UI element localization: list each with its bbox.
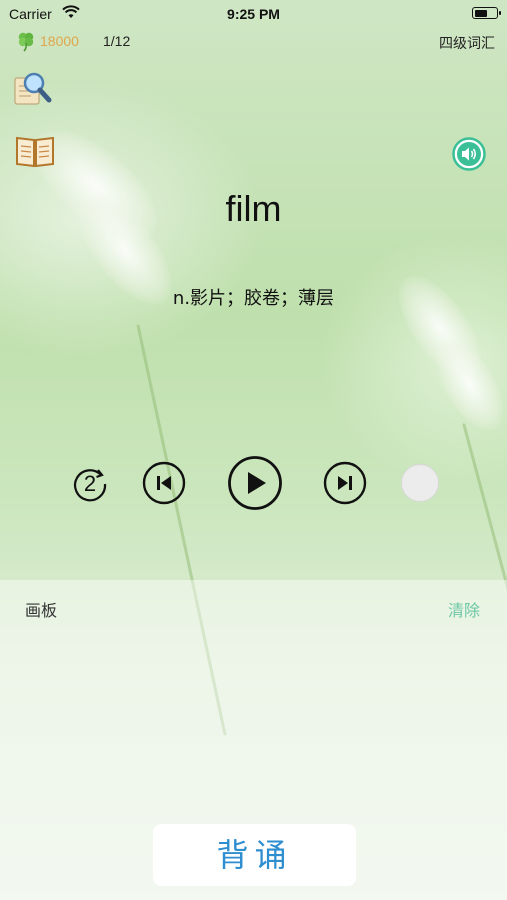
board-title: 画板 [25,601,58,620]
repeat-count: 2 [83,471,97,496]
status-bar: Carrier 9:25 PM [0,0,507,28]
speaker-icon [452,137,486,171]
play-button[interactable] [227,455,283,516]
mode-toggle-button[interactable] [401,464,439,502]
clear-button[interactable]: 清除 [448,597,480,621]
skip-previous-icon [142,461,186,505]
word-meaning: n.影片；胶卷；薄层 [172,288,335,309]
score-value: 18000 [40,33,79,49]
pronounce-button[interactable] [452,137,486,171]
info-row: 18000 1/12 四级词汇 [0,30,507,52]
previous-button[interactable] [142,461,186,510]
book-button[interactable] [15,134,55,168]
skip-next-icon [323,461,367,505]
magnifier-icon [14,72,52,105]
book-icon [16,136,54,168]
play-icon [228,456,282,510]
recite-button[interactable]: 背诵 [153,824,356,886]
next-button[interactable] [323,461,367,510]
search-button[interactable] [13,70,53,108]
clock: 9:25 PM [227,6,280,22]
word-text: film [225,188,282,229]
vocabulary-category[interactable]: 四级词汇 [439,33,495,53]
repeat-button[interactable]: 2 [71,465,109,508]
word-progress: 1/12 [103,33,131,49]
clover-icon [15,30,37,55]
battery-icon [472,7,501,19]
